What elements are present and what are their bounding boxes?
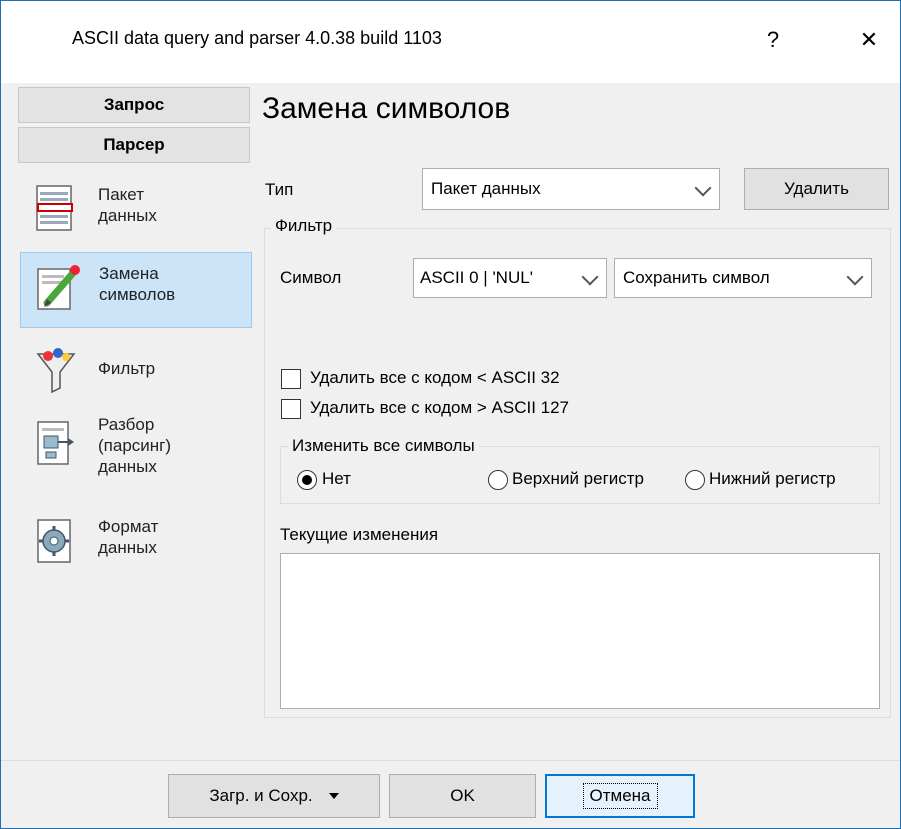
case-lower-label[interactable]: Нижний регистр <box>709 469 877 489</box>
sidebar-item-label: Формат данных <box>98 517 159 557</box>
symbol-label: Символ <box>280 268 342 287</box>
window-title: ASCII data query and parser 4.0.38 build… <box>72 28 442 48</box>
current-changes-list[interactable] <box>280 553 880 709</box>
data-packet-icon <box>36 185 73 231</box>
remove-above-127-checkbox[interactable] <box>281 399 301 419</box>
sidebar-item-parsing[interactable]: Разбор (парсинг) данных <box>20 408 252 494</box>
filter-group-legend: Фильтр <box>271 216 337 236</box>
load-save-label: Загр. и Сохр. <box>209 786 313 805</box>
cancel-button[interactable]: Отмена <box>545 774 695 818</box>
case-none-radio[interactable] <box>297 470 317 490</box>
caret-down-icon <box>328 793 339 799</box>
case-upper-label[interactable]: Верхний регистр <box>512 469 684 489</box>
sidebar-item-data-format[interactable]: Формат данных <box>20 506 252 582</box>
sidebar-item-data-packet[interactable]: Пакет данных <box>20 174 252 250</box>
sidebar-item-label: Пакет данных <box>98 185 157 225</box>
symbol-select[interactable]: ASCII 0 | 'NUL' <box>413 258 607 298</box>
ok-button[interactable]: OK <box>389 774 536 818</box>
delete-button[interactable]: Удалить <box>744 168 889 210</box>
cancel-label: Отмена <box>582 783 658 809</box>
filter-funnel-icon <box>36 348 76 394</box>
remove-above-127-label[interactable]: Удалить все с кодом > ASCII 127 <box>310 398 569 418</box>
nav-header-query[interactable]: Запрос <box>18 87 250 123</box>
help-button[interactable]: ? <box>750 20 796 60</box>
sidebar-item-label: Фильтр <box>98 359 156 378</box>
sidebar-item-replace-characters[interactable]: Замена символов <box>20 252 252 328</box>
parsing-icon <box>37 421 74 465</box>
load-save-button[interactable]: Загр. и Сохр. <box>168 774 380 818</box>
change-case-legend: Изменить все символы <box>288 436 479 456</box>
current-changes-label: Текущие изменения <box>280 525 439 544</box>
chevron-down-icon <box>846 268 864 286</box>
sidebar-item-label: Разбор (парсинг) данных <box>98 415 172 476</box>
sidebar-item-filter[interactable]: Фильтр <box>20 336 252 412</box>
type-select[interactable]: Пакет данных <box>422 168 720 210</box>
chevron-down-icon <box>581 268 599 286</box>
action-select[interactable]: Сохранить символ <box>614 258 872 298</box>
replace-characters-icon <box>37 265 80 310</box>
gear-icon <box>37 519 71 563</box>
action-select-value: Сохранить символ <box>623 268 770 287</box>
close-button[interactable]: ✕ <box>846 20 892 60</box>
remove-below-32-label[interactable]: Удалить все с кодом < ASCII 32 <box>310 368 560 388</box>
remove-below-32-checkbox[interactable] <box>281 369 301 389</box>
sidebar-item-label: Замена символов <box>99 264 176 304</box>
chevron-down-icon <box>694 179 712 197</box>
case-upper-radio[interactable] <box>488 470 508 490</box>
case-lower-radio[interactable] <box>685 470 705 490</box>
type-label: Тип <box>265 180 294 199</box>
case-none-label[interactable]: Нет <box>322 469 351 489</box>
symbol-select-value: ASCII 0 | 'NUL' <box>420 268 533 287</box>
page-title: Замена символов <box>262 92 511 125</box>
nav-header-parser[interactable]: Парсер <box>18 127 250 163</box>
type-select-value: Пакет данных <box>431 179 541 198</box>
